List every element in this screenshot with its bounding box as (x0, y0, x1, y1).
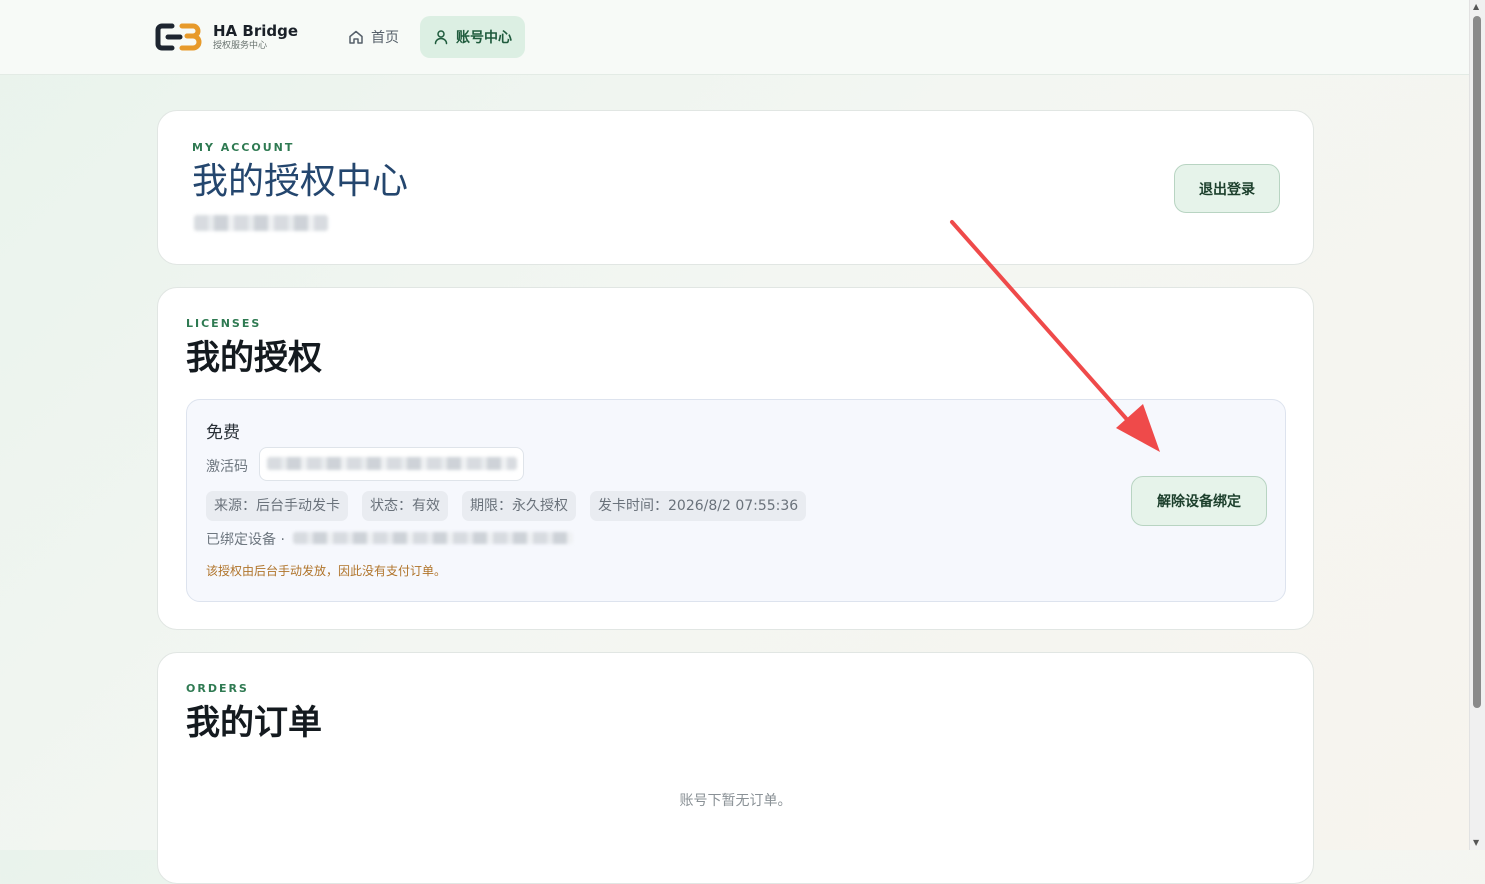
licenses-card: LICENSES 我的授权 免费 激活码 来源：后台手动发卡 状态：有效 期限：… (157, 287, 1314, 630)
activation-code-field[interactable] (259, 447, 524, 481)
licenses-eyebrow: LICENSES (186, 317, 262, 330)
license-type: 免费 (206, 423, 240, 443)
orders-title: 我的订单 (186, 703, 322, 743)
activation-code-redacted (267, 457, 517, 470)
license-meta: 来源：后台手动发卡 状态：有效 期限：永久授权 发卡时间：2026/8/2 07… (206, 491, 820, 521)
source-chip: 来源：后台手动发卡 (206, 491, 348, 521)
brand[interactable]: HA Bridge 授权服务中心 (155, 20, 298, 54)
orders-empty-text: 账号下暂无订单。 (679, 793, 792, 809)
nav-account-label: 账号中心 (456, 30, 512, 46)
scroll-up-icon[interactable]: ▲ (1473, 2, 1479, 11)
brand-subtitle: 授权服务中心 (213, 41, 268, 51)
user-icon (434, 30, 448, 45)
link-logo-icon (155, 23, 202, 51)
nav-home-label: 首页 (371, 30, 399, 46)
orders-card: ORDERS 我的订单 账号下暂无订单。 (157, 652, 1314, 884)
bound-device-redacted (293, 532, 573, 544)
status-chip: 状态：有效 (362, 491, 448, 521)
main-nav: 首页 账号中心 (335, 16, 533, 58)
activation-code-label: 激活码 (206, 459, 248, 475)
license-note: 该授权由后台手动发放，因此没有支付订单。 (206, 564, 447, 578)
account-eyebrow: MY ACCOUNT (192, 141, 295, 154)
vertical-scrollbar[interactable]: ▲ ▼ (1469, 0, 1485, 850)
account-email-redacted (194, 215, 328, 231)
issued-time-chip: 发卡时间：2026/8/2 07:55:36 (590, 491, 807, 521)
unbind-device-button[interactable]: 解除设备绑定 (1131, 476, 1267, 526)
brand-name: HA Bridge (213, 22, 299, 40)
scroll-thumb[interactable] (1473, 16, 1481, 708)
scroll-down-icon[interactable]: ▼ (1473, 838, 1479, 847)
page-title: 我的授权中心 (192, 161, 409, 202)
bound-device-label: 已绑定设备 · (206, 532, 285, 548)
licenses-title: 我的授权 (186, 338, 322, 378)
home-icon (349, 30, 363, 44)
account-card: MY ACCOUNT 我的授权中心 退出登录 (157, 110, 1314, 265)
logout-button[interactable]: 退出登录 (1174, 164, 1280, 213)
orders-eyebrow: ORDERS (186, 682, 249, 695)
nav-account-center[interactable]: 账号中心 (420, 16, 525, 58)
term-chip: 期限：永久授权 (462, 491, 576, 521)
top-navigation-bar: HA Bridge 授权服务中心 首页 账号中心 (0, 0, 1470, 75)
license-item: 免费 激活码 来源：后台手动发卡 状态：有效 期限：永久授权 发卡时间：2026… (186, 399, 1286, 602)
nav-home[interactable]: 首页 (335, 16, 412, 58)
